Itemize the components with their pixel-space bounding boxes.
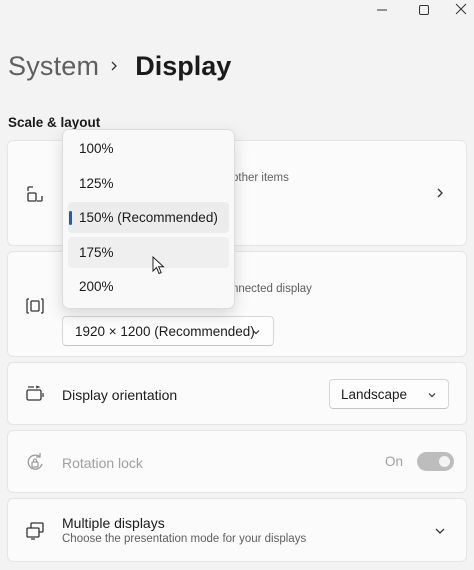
scale-option-label: 100% — [79, 141, 114, 156]
orientation-select-value: Landscape — [341, 386, 408, 402]
resolution-select[interactable]: 1920 × 1200 (Recommended) — [62, 316, 274, 346]
close-icon[interactable] — [454, 2, 468, 16]
scale-option[interactable]: 125% — [68, 168, 229, 199]
scale-option-selected[interactable]: 150% (Recommended) — [68, 202, 229, 233]
multiple-displays-title: Multiple displays — [62, 515, 165, 531]
multiple-displays-icon — [26, 522, 44, 540]
toggle-state-label: On — [384, 454, 403, 469]
multiple-displays-subtitle: Choose the presentation mode for your di… — [62, 533, 307, 545]
rotation-lock-icon — [27, 453, 43, 470]
scale-option-label: 175% — [79, 244, 114, 260]
rotation-lock-toggle-wrap: On — [385, 452, 454, 471]
chevron-down-icon — [428, 393, 436, 398]
scale-dropdown: 100% 125% 150% (Recommended) 175% 200% — [62, 129, 235, 309]
resolution-select-value: 1920 × 1200 (Recommended) — [75, 323, 255, 339]
rotation-lock-title: Rotation lock — [62, 455, 143, 471]
scale-option[interactable]: 200% — [68, 271, 229, 302]
orientation-icon — [26, 385, 44, 401]
section-title: Scale & layout — [8, 115, 101, 130]
scale-card-subtitle: other items — [232, 172, 289, 184]
maximize-icon[interactable] — [418, 4, 430, 16]
chevron-right-icon[interactable] — [434, 187, 446, 199]
orientation-card: Display orientation Landscape — [7, 362, 467, 425]
multiple-displays-card[interactable]: Multiple displays Choose the presentatio… — [7, 498, 467, 562]
chevron-down-icon[interactable] — [434, 525, 446, 537]
breadcrumb-system-link[interactable]: System — [8, 51, 99, 82]
breadcrumb: System Display — [8, 46, 231, 86]
scale-option-label: 150% (Recommended) — [79, 210, 218, 225]
resolution-icon — [26, 298, 44, 314]
minimize-icon[interactable] — [376, 4, 388, 16]
resolution-card-subtitle: nnected display — [232, 283, 312, 295]
selection-indicator — [69, 211, 72, 225]
scale-option-label: 200% — [79, 279, 114, 294]
page-title: Display — [135, 50, 232, 81]
rotation-lock-toggle[interactable] — [417, 452, 454, 471]
toggle-knob — [439, 456, 450, 467]
chevron-right-icon — [99, 59, 129, 73]
scale-option-label: 125% — [79, 175, 114, 191]
scale-option-hovered[interactable]: 175% — [68, 236, 229, 268]
scale-option[interactable]: 100% — [68, 133, 229, 164]
orientation-select[interactable]: Landscape — [329, 379, 449, 409]
mouse-cursor-icon — [152, 256, 165, 275]
chevron-down-icon — [252, 330, 260, 335]
scale-icon — [27, 186, 43, 202]
orientation-title: Display orientation — [62, 387, 178, 403]
